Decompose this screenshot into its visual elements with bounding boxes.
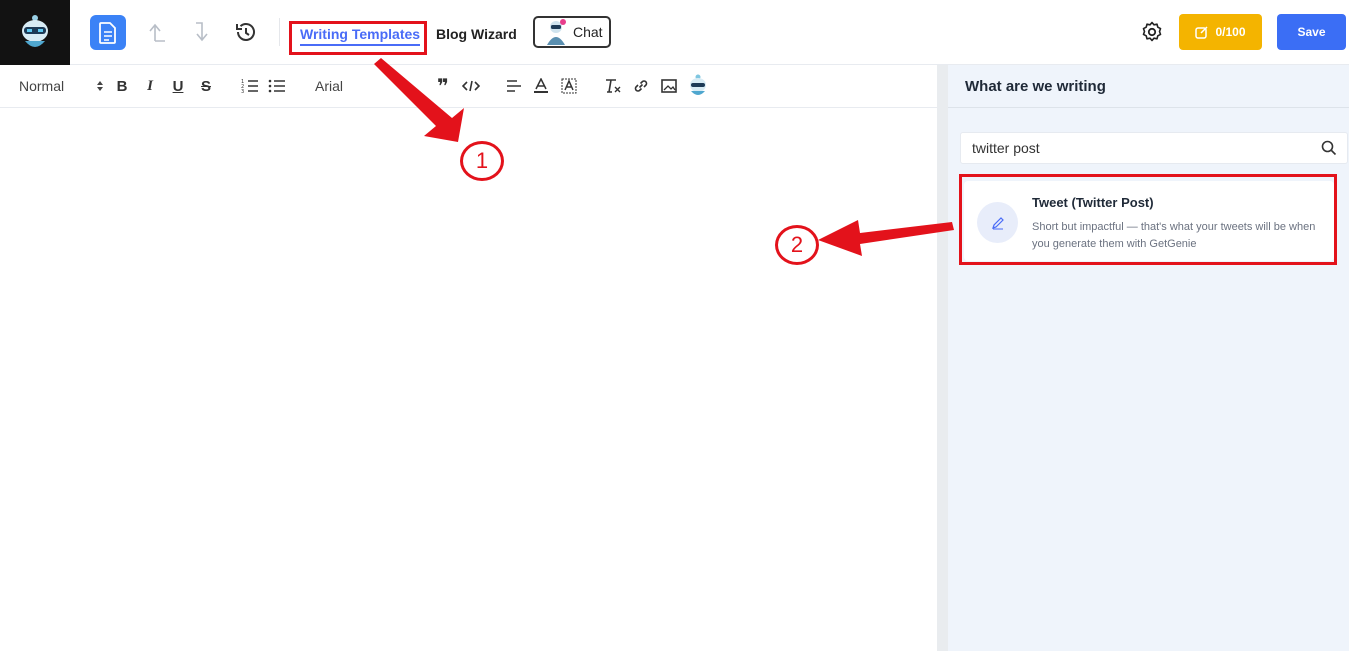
image-icon[interactable] xyxy=(660,75,678,97)
tab-writing-templates[interactable]: Writing Templates xyxy=(300,26,421,46)
history-button[interactable] xyxy=(232,18,260,46)
chat-label: Chat xyxy=(573,24,603,40)
highlight-icon[interactable] xyxy=(560,75,578,97)
strike-icon[interactable]: S xyxy=(197,75,215,97)
genie-chat-icon xyxy=(547,19,566,45)
credits-label: 0/100 xyxy=(1215,25,1246,39)
genie-icon[interactable] xyxy=(687,72,709,98)
italic-icon[interactable]: I xyxy=(142,75,158,97)
template-search xyxy=(960,132,1348,164)
bold-icon[interactable]: B xyxy=(113,75,131,97)
step-badge-1: 1 xyxy=(460,141,504,181)
undo-button[interactable] xyxy=(144,18,172,46)
select-arrows-icon xyxy=(97,81,103,91)
document-button[interactable] xyxy=(90,15,126,50)
settings-button[interactable] xyxy=(1138,18,1166,46)
step-badge-2: 2 xyxy=(775,225,819,265)
template-card-tweet[interactable]: Tweet (Twitter Post) Short but impactful… xyxy=(964,181,1334,261)
redo-icon xyxy=(196,22,208,42)
panel-resize-gutter[interactable] xyxy=(937,65,948,651)
panel-title: What are we writing xyxy=(948,65,1349,108)
align-icon[interactable] xyxy=(505,75,523,97)
chat-button[interactable]: Chat xyxy=(533,16,611,48)
template-title: Tweet (Twitter Post) xyxy=(1032,195,1154,210)
redo-button[interactable] xyxy=(189,18,217,46)
ordered-list-icon[interactable]: 123 xyxy=(240,75,260,97)
clear-format-icon[interactable] xyxy=(603,75,623,97)
underline-icon[interactable]: U xyxy=(169,75,187,97)
format-select-value: Normal xyxy=(19,78,65,94)
search-icon[interactable] xyxy=(1321,140,1337,156)
text-color-icon[interactable] xyxy=(532,75,550,97)
template-icon xyxy=(977,202,1018,243)
app-logo[interactable] xyxy=(0,0,70,65)
svg-text:3: 3 xyxy=(241,89,244,94)
search-input[interactable] xyxy=(961,133,1311,163)
genie-robot-logo-icon xyxy=(22,14,48,47)
editor-toolbar: Normal B I U S 123 Arial ❞ xyxy=(0,65,937,108)
header-divider xyxy=(279,18,280,46)
top-bar: Writing Templates Blog Wizard Chat 0/100… xyxy=(0,0,1349,65)
format-select[interactable]: Normal xyxy=(19,75,104,97)
template-description: Short but impactful — that's what your t… xyxy=(1032,221,1316,250)
save-button[interactable]: Save xyxy=(1277,14,1346,50)
edit-credits-icon xyxy=(1195,26,1209,39)
link-icon[interactable] xyxy=(632,75,650,97)
pencil-icon xyxy=(991,216,1004,229)
templates-panel: What are we writing Tweet (Twitter Post)… xyxy=(948,65,1349,651)
code-icon[interactable] xyxy=(461,75,481,97)
gear-icon xyxy=(1142,21,1162,42)
editor-canvas[interactable] xyxy=(0,108,937,651)
quote-icon[interactable]: ❞ xyxy=(434,75,452,98)
history-icon xyxy=(236,23,255,41)
tab-blog-wizard[interactable]: Blog Wizard xyxy=(436,26,517,42)
undo-icon xyxy=(149,23,165,42)
bullet-list-icon[interactable] xyxy=(267,75,287,97)
document-icon xyxy=(99,21,116,44)
font-select[interactable]: Arial xyxy=(315,75,343,97)
credits-button[interactable]: 0/100 xyxy=(1179,14,1262,50)
